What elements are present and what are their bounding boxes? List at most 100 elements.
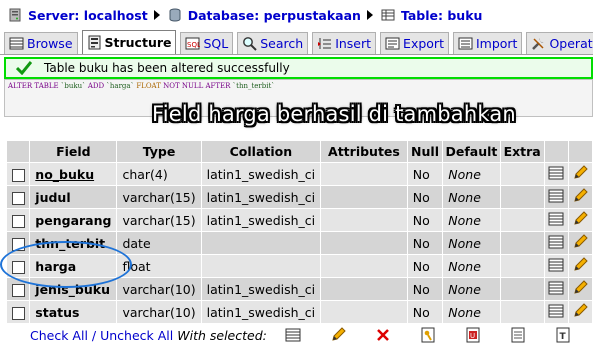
tab-search-label: Search — [260, 36, 304, 51]
field-extra — [500, 232, 544, 254]
header-default[interactable]: Default — [443, 141, 500, 162]
field-name: status — [30, 301, 117, 323]
tab-sql[interactable]: SQL SQL — [180, 32, 234, 54]
browse-distinct-button[interactable] — [544, 232, 568, 254]
structure-icon — [88, 35, 101, 50]
field-default: None — [443, 232, 500, 254]
row-checkbox[interactable] — [11, 168, 25, 182]
table-header-row: Field Type Collation Attributes Null Def… — [7, 141, 592, 162]
primary-key-icon[interactable] — [420, 327, 436, 343]
browse-icon — [548, 281, 564, 299]
tab-bar: Browse Structure SQL SQL Search Insert E… — [4, 30, 593, 54]
search-icon — [243, 37, 257, 51]
edit-field-button[interactable] — [568, 186, 592, 208]
sql-type: FLOAT — [136, 82, 161, 90]
row-checkbox[interactable] — [11, 237, 25, 251]
field-type: varchar(15) — [117, 209, 201, 231]
tab-search[interactable]: Search — [237, 32, 309, 54]
header-collation[interactable]: Collation — [201, 141, 321, 162]
sql-keyword: ADD — [87, 82, 105, 90]
browse-icon[interactable] — [285, 327, 301, 343]
edit-field-button[interactable] — [568, 209, 592, 231]
field-name-text: judul — [35, 189, 71, 205]
row-checkbox-cell — [7, 209, 30, 231]
browse-icon — [548, 166, 564, 184]
browse-distinct-button[interactable] — [544, 186, 568, 208]
fulltext-icon[interactable]: T — [555, 327, 571, 343]
field-type: varchar(15) — [117, 186, 201, 208]
edit-field-button[interactable] — [568, 301, 592, 323]
field-attributes — [321, 209, 407, 231]
check-all-link[interactable]: Check All / Uncheck All — [30, 328, 173, 343]
field-name-text: thn_terbit — [35, 235, 106, 251]
header-attributes[interactable]: Attributes — [321, 141, 407, 162]
row-checkbox-cell — [7, 232, 30, 254]
tab-import[interactable]: Import — [452, 32, 523, 54]
field-default: None — [443, 278, 500, 300]
edit-pencil-icon[interactable] — [330, 327, 346, 343]
table-icon — [381, 9, 395, 21]
edit-field-button[interactable] — [568, 255, 592, 277]
unique-icon[interactable]: U — [465, 327, 481, 343]
bulk-actions-bar: Check All / Uncheck All With selected: U… — [0, 322, 593, 348]
header-type[interactable]: Type — [117, 141, 201, 162]
edit-field-button[interactable] — [568, 232, 592, 254]
database-icon — [169, 8, 181, 22]
field-type: varchar(10) — [117, 278, 201, 300]
field-collation: latin1_swedish_ci — [201, 209, 321, 231]
row-checkbox[interactable] — [11, 214, 25, 228]
tab-structure[interactable]: Structure — [81, 30, 177, 54]
edit-pencil-icon — [572, 210, 589, 230]
field-null: No — [407, 186, 443, 208]
tab-export[interactable]: Export — [380, 32, 449, 54]
browse-distinct-button[interactable] — [544, 301, 568, 323]
field-extra — [500, 301, 544, 323]
field-name-text: status — [35, 304, 80, 320]
index-icon[interactable] — [510, 327, 526, 343]
header-extra[interactable]: Extra — [500, 141, 544, 162]
field-null: No — [407, 255, 443, 277]
browse-distinct-button[interactable] — [544, 255, 568, 277]
edit-field-button[interactable] — [568, 163, 592, 185]
field-extra — [500, 163, 544, 185]
tab-operations[interactable]: Operation — [526, 32, 593, 54]
breadcrumb-database[interactable]: Database: perpustakaan — [168, 8, 361, 23]
svg-text:U: U — [470, 332, 475, 340]
breadcrumb-server[interactable]: Server: localhost — [8, 8, 148, 23]
browse-distinct-button[interactable] — [544, 278, 568, 300]
field-default: None — [443, 255, 500, 277]
browse-distinct-button[interactable] — [544, 163, 568, 185]
field-type: date — [117, 232, 201, 254]
server-icon — [9, 8, 21, 22]
row-checkbox[interactable] — [11, 283, 25, 297]
field-name: thn_terbit — [30, 232, 117, 254]
svg-text:T: T — [559, 332, 566, 342]
browse-distinct-button[interactable] — [544, 209, 568, 231]
breadcrumb-table[interactable]: Table: buku — [381, 8, 482, 23]
delete-x-icon[interactable] — [375, 327, 391, 343]
field-attributes — [321, 278, 407, 300]
edit-field-button[interactable] — [568, 278, 592, 300]
sql-keyword: NOT NULL AFTER — [163, 82, 231, 90]
header-action-col — [544, 141, 568, 162]
tab-insert[interactable]: Insert — [312, 32, 377, 54]
sql-keyword: ALTER TABLE — [8, 82, 59, 90]
sql-table-name: `buku` — [60, 82, 86, 90]
header-null[interactable]: Null — [407, 141, 443, 162]
edit-pencil-icon — [572, 164, 589, 184]
overlay-caption: Field harga berhasil di tambahkan — [152, 102, 516, 126]
tab-browse[interactable]: Browse — [4, 32, 78, 54]
success-notice: Table buku has been altered successfully — [4, 57, 593, 79]
row-checkbox[interactable] — [11, 260, 25, 274]
field-name-text: harga — [35, 258, 77, 274]
table-row: thn_terbit date No None — [7, 232, 592, 254]
row-checkbox[interactable] — [11, 191, 25, 205]
field-collation — [201, 255, 321, 277]
field-default: None — [443, 301, 500, 323]
field-name-text: no_buku — [35, 166, 95, 182]
tab-browse-label: Browse — [27, 36, 73, 51]
row-checkbox[interactable] — [11, 306, 25, 320]
field-name: judul — [30, 186, 117, 208]
structure-table: Field Type Collation Attributes Null Def… — [6, 140, 593, 324]
header-field[interactable]: Field — [30, 141, 117, 162]
